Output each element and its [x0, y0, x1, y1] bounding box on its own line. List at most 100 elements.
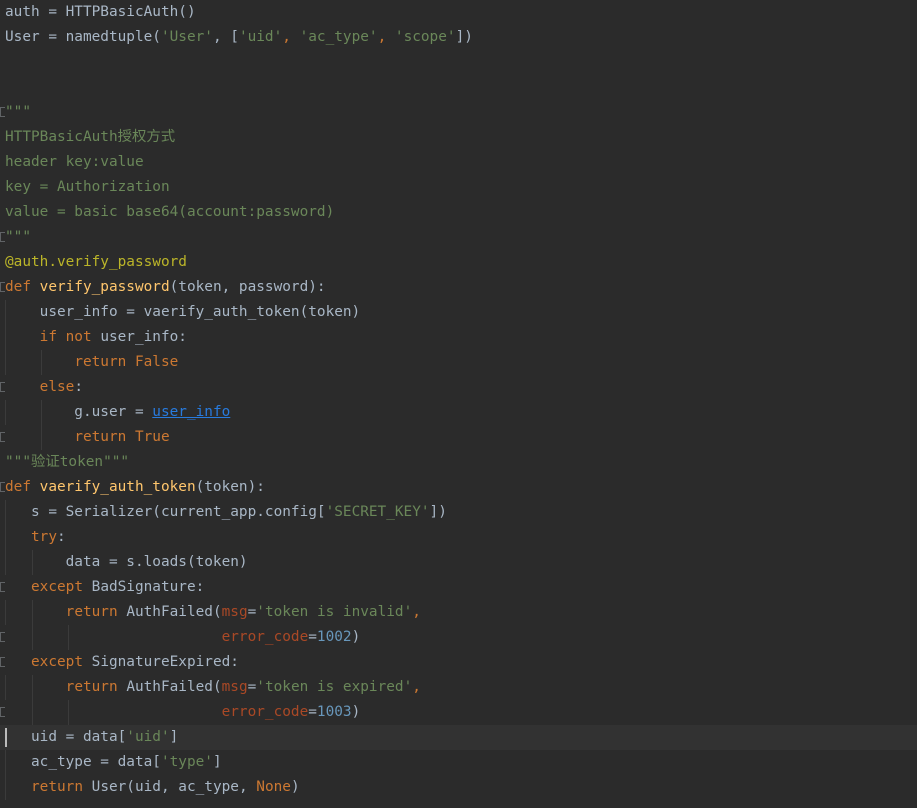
- code-text: return AuthFailed(msg='token is invalid'…: [5, 600, 421, 625]
- code-line[interactable]: ac_type = data['type']: [0, 750, 917, 775]
- code-token: return: [65, 604, 127, 620]
- code-line[interactable]: data = s.loads(token): [0, 550, 917, 575]
- code-line[interactable]: except BadSignature:: [0, 575, 917, 600]
- code-line[interactable]: return AuthFailed(msg='token is expired'…: [0, 675, 917, 700]
- code-line[interactable]: return True: [0, 425, 917, 450]
- code-line[interactable]: User = namedtuple('User', ['uid', 'ac_ty…: [0, 25, 917, 50]
- code-token: 'type': [160, 754, 213, 770]
- code-line[interactable]: [0, 50, 917, 75]
- code-text: s = Serializer(current_app.config['SECRE…: [5, 500, 447, 525]
- code-line[interactable]: if not user_info:: [0, 325, 917, 350]
- code-token: if not: [39, 329, 101, 345]
- code-token: BadSignature:: [91, 579, 205, 595]
- code-token: s = Serializer(current_app.config[: [5, 504, 326, 520]
- code-line[interactable]: """: [0, 225, 917, 250]
- code-token: def: [5, 279, 40, 295]
- code-text: return User(uid, ac_type, None): [5, 775, 300, 800]
- code-line[interactable]: value = basic base64(account:password): [0, 200, 917, 225]
- code-line[interactable]: s = Serializer(current_app.config['SECRE…: [0, 500, 917, 525]
- code-line[interactable]: header key:value: [0, 150, 917, 175]
- code-line[interactable]: """: [0, 100, 917, 125]
- code-text: HTTPBasicAuth授权方式: [5, 125, 175, 150]
- text-caret: [5, 728, 7, 747]
- code-text: ac_type = data['type']: [5, 750, 222, 775]
- code-token: value = basic base64(account:password): [5, 204, 335, 220]
- code-line[interactable]: HTTPBasicAuth授权方式: [0, 125, 917, 150]
- code-token: try: [31, 529, 57, 545]
- code-token: User = namedtuple(: [5, 29, 161, 45]
- code-token: verify_password: [39, 279, 170, 295]
- code-token: User(uid, ac_type,: [91, 779, 257, 795]
- code-token: 'scope': [394, 29, 456, 45]
- code-text: value = basic base64(account:password): [5, 200, 334, 225]
- code-token: 'User': [160, 29, 213, 45]
- code-text: def verify_password(token, password):: [5, 275, 326, 300]
- code-line[interactable]: [0, 75, 917, 100]
- code-token: """: [5, 104, 31, 120]
- code-line[interactable]: return AuthFailed(msg='token is invalid'…: [0, 600, 917, 625]
- code-token: else: [39, 379, 75, 395]
- code-token: error_code: [221, 629, 309, 645]
- code-text: error_code=1003): [5, 700, 361, 725]
- code-token: None: [256, 779, 291, 795]
- code-token[interactable]: user_info: [152, 404, 230, 420]
- code-line[interactable]: @auth.verify_password: [0, 250, 917, 275]
- code-token: msg: [221, 679, 248, 695]
- current-code-line[interactable]: uid = data['uid']: [0, 725, 917, 750]
- code-line[interactable]: return False: [0, 350, 917, 375]
- code-token: user_info:: [100, 329, 187, 345]
- code-line[interactable]: error_code=1002): [0, 625, 917, 650]
- code-token: (token, password):: [169, 279, 326, 295]
- code-token: 1003: [316, 704, 352, 720]
- code-line[interactable]: """验证token""": [0, 450, 917, 475]
- code-token: uid = data[: [5, 729, 127, 745]
- code-token: =: [308, 704, 317, 720]
- code-line[interactable]: error_code=1003): [0, 700, 917, 725]
- code-token: ): [351, 704, 361, 720]
- code-text: except BadSignature:: [5, 575, 204, 600]
- code-line[interactable]: g.user = user_info: [0, 400, 917, 425]
- code-line[interactable]: try:: [0, 525, 917, 550]
- code-token: return False: [74, 354, 179, 370]
- code-text: return AuthFailed(msg='token is expired'…: [5, 675, 421, 700]
- code-token: 'SECRET_KEY': [325, 504, 430, 520]
- code-line[interactable]: key = Authorization: [0, 175, 917, 200]
- code-token: """: [5, 229, 31, 245]
- code-token: msg: [221, 604, 248, 620]
- code-line[interactable]: else:: [0, 375, 917, 400]
- code-text: User = namedtuple('User', ['uid', 'ac_ty…: [5, 25, 473, 50]
- code-text: def vaerify_auth_token(token):: [5, 475, 265, 500]
- code-line[interactable]: except SignatureExpired:: [0, 650, 917, 675]
- code-text: header key:value: [5, 150, 144, 175]
- code-token: @auth.verify_password: [5, 254, 187, 270]
- code-token: 'token is invalid': [256, 604, 413, 620]
- code-text: key = Authorization: [5, 175, 170, 200]
- code-text: error_code=1002): [5, 625, 361, 650]
- code-text: auth = HTTPBasicAuth(): [5, 0, 196, 25]
- code-text: if not user_info:: [5, 325, 187, 350]
- code-text: """: [5, 100, 31, 125]
- code-token: AuthFailed(: [126, 604, 222, 620]
- code-line[interactable]: def vaerify_auth_token(token):: [0, 475, 917, 500]
- code-token: auth = HTTPBasicAuth(): [5, 4, 196, 20]
- code-token: error_code: [221, 704, 309, 720]
- code-line[interactable]: auth = HTTPBasicAuth(): [0, 0, 917, 25]
- code-line[interactable]: def verify_password(token, password):: [0, 275, 917, 300]
- code-token: return True: [74, 429, 170, 445]
- code-text: try:: [5, 525, 66, 550]
- code-token: HTTPBasicAuth授权方式: [5, 129, 176, 145]
- code-token: def: [5, 479, 40, 495]
- code-line[interactable]: return User(uid, ac_type, None): [0, 775, 917, 800]
- code-token: SignatureExpired:: [91, 654, 239, 670]
- code-line[interactable]: user_info = vaerify_auth_token(token): [0, 300, 917, 325]
- code-token: ): [351, 629, 361, 645]
- code-token: ]): [429, 504, 447, 520]
- code-editor[interactable]: auth = HTTPBasicAuth() User = namedtuple(…: [0, 0, 917, 808]
